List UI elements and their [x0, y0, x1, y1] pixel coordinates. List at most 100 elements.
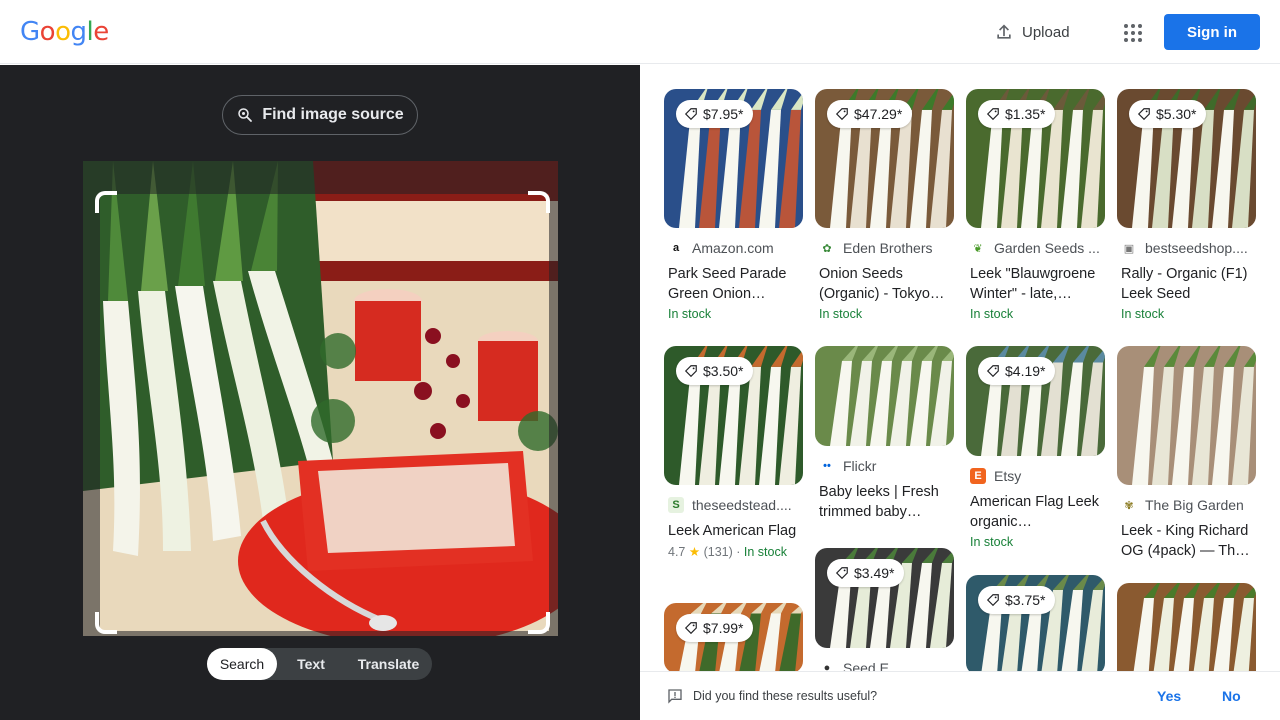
result-card[interactable]: •• Flickr Baby leeks | Fresh trimmed baby… [815, 346, 954, 522]
upload-icon [997, 24, 1011, 39]
source-name: bestseedshop.... [1145, 240, 1248, 256]
result-image [830, 346, 954, 446]
stock-status: In stock [970, 307, 1014, 321]
price-text: $7.99* [703, 620, 744, 636]
lens-search-icon [238, 108, 253, 122]
feedback-no-button[interactable]: No [1222, 688, 1241, 704]
review-count: (131) [703, 545, 733, 559]
tab-text[interactable]: Text [277, 648, 345, 680]
result-title[interactable]: Leek "Blauwgroene Winter" - late,… [966, 264, 1105, 304]
result-card[interactable]: $1.35* ❦ Garden Seeds ... Leek "Blauwgroene… [966, 89, 1105, 321]
result-card[interactable]: $3.49* ● Seed E... [815, 548, 954, 671]
crop-handle-bottom-right[interactable] [528, 612, 550, 634]
result-thumbnail[interactable] [815, 346, 954, 446]
price-tag-icon [684, 365, 697, 378]
price-tag-icon [986, 594, 999, 607]
result-card[interactable]: $7.95* a Amazon.com Park Seed Parade Green … [664, 89, 803, 321]
lens-mode-switch: Search Text Translate [207, 648, 432, 680]
apps-dot [1124, 31, 1128, 35]
result-source: ● Seed E... [815, 660, 954, 671]
find-image-source-button[interactable]: Find image source [222, 95, 418, 135]
result-title[interactable]: Leek American Flag [664, 521, 803, 541]
result-source: E Etsy [966, 468, 1105, 484]
site-favicon-icon: ❦ [970, 240, 986, 256]
feedback-bar: Did you find these results useful? Yes N… [640, 671, 1280, 720]
logo-letter: e [93, 17, 109, 47]
price-tag-icon [835, 108, 848, 121]
apps-grid-icon[interactable] [1116, 16, 1148, 48]
result-title[interactable]: Onion Seeds (Organic) - Tokyo… [815, 264, 954, 304]
price-text: $3.49* [854, 565, 895, 581]
logo-letter: o [39, 17, 56, 47]
price-tag: $47.29* [827, 100, 913, 128]
result-thumbnail[interactable]: $3.75* [966, 575, 1105, 671]
result-card[interactable]: $47.29* ✿ Eden Brothers Onion Seeds (Organi… [815, 89, 954, 321]
result-title[interactable]: American Flag Leek organic… [966, 492, 1105, 532]
result-title[interactable]: Leek - King Richard OG (4pack) — Th… [1117, 521, 1256, 561]
apps-dot [1124, 38, 1128, 42]
crop-handle-top-right[interactable] [528, 191, 550, 213]
google-logo[interactable]: Google [20, 17, 109, 47]
result-thumbnail[interactable]: $5.30* [1117, 89, 1256, 228]
crop-handle-bottom-left[interactable] [95, 612, 117, 634]
feedback-yes-button[interactable]: Yes [1157, 688, 1181, 704]
result-source: Stheseedstead.... [664, 497, 803, 513]
price-tag-icon [1137, 108, 1150, 121]
sign-in-button[interactable]: Sign in [1164, 14, 1260, 50]
price-text: $3.75* [1005, 592, 1046, 608]
source-name: Seed E... [843, 660, 901, 671]
result-title[interactable]: Park Seed Parade Green Onion… [664, 264, 803, 304]
result-source: ✿ Eden Brothers [815, 240, 954, 256]
stock-status: In stock [743, 545, 787, 559]
result-thumbnail[interactable]: $7.99* [664, 603, 803, 671]
result-image [1132, 346, 1256, 485]
result-thumbnail[interactable]: $7.95* [664, 89, 803, 228]
result-source: ✾ The Big Garden [1117, 497, 1256, 513]
price-tag-icon [986, 365, 999, 378]
upload-button[interactable]: Upload [986, 14, 1078, 50]
result-card[interactable]: ✾ The Big Garden Leek - King Richard OG (4… [1117, 346, 1256, 561]
result-card[interactable]: $3.50* Stheseedstead.... Leek American Fla… [664, 346, 803, 559]
result-title[interactable]: Rally - Organic (F1) Leek Seed [1117, 264, 1256, 304]
result-card[interactable]: $7.99* [664, 603, 803, 671]
price-text: $3.50* [703, 363, 744, 379]
logo-letter: l [86, 17, 94, 47]
query-image-graphic [83, 161, 558, 636]
tab-search[interactable]: Search [207, 648, 277, 680]
price-tag: $1.35* [978, 100, 1056, 128]
visual-matches-results: $7.95* a Amazon.com Park Seed Parade Green … [640, 65, 1280, 671]
result-card[interactable]: $3.75* [966, 575, 1105, 671]
upload-label: Upload [1022, 23, 1070, 41]
crop-dim-top [83, 161, 558, 194]
result-thumbnail[interactable]: $3.50* [664, 346, 803, 485]
site-favicon-icon: ✾ [1121, 497, 1137, 513]
tab-translate[interactable]: Translate [345, 648, 432, 680]
result-card[interactable] [1117, 583, 1256, 671]
query-image[interactable] [83, 161, 558, 636]
star-icon: ★ [688, 545, 701, 559]
price-tag: $7.95* [676, 100, 754, 128]
result-thumbnail[interactable]: $3.49* [815, 548, 954, 648]
result-thumbnail[interactable] [1117, 346, 1256, 485]
site-favicon-icon: S [668, 497, 684, 513]
result-thumbnail[interactable]: $1.35* [966, 89, 1105, 228]
result-thumbnail[interactable]: $47.29* [815, 89, 954, 228]
price-text: $47.29* [854, 106, 903, 122]
apps-dot [1138, 38, 1142, 42]
price-tag: $3.50* [676, 357, 754, 385]
result-title[interactable]: Baby leeks | Fresh trimmed baby… [815, 482, 954, 522]
price-tag: $5.30* [1129, 100, 1207, 128]
apps-dot [1131, 38, 1135, 42]
result-thumbnail[interactable]: $4.19* [966, 346, 1105, 456]
source-name: Eden Brothers [843, 240, 933, 256]
crop-handle-top-left[interactable] [95, 191, 117, 213]
result-source: •• Flickr [815, 458, 954, 474]
price-text: $5.30* [1156, 106, 1197, 122]
result-source: ❦ Garden Seeds ... [966, 240, 1105, 256]
site-favicon-icon: ● [819, 660, 835, 671]
result-thumbnail[interactable] [1117, 583, 1256, 671]
result-card[interactable]: $5.30* ▣ bestseedshop.... Rally - Organic (… [1117, 89, 1256, 321]
apps-dot [1124, 24, 1128, 28]
result-card[interactable]: $4.19* E Etsy American Flag Leek organic… In… [966, 346, 1105, 549]
logo-letter: G [20, 17, 40, 47]
